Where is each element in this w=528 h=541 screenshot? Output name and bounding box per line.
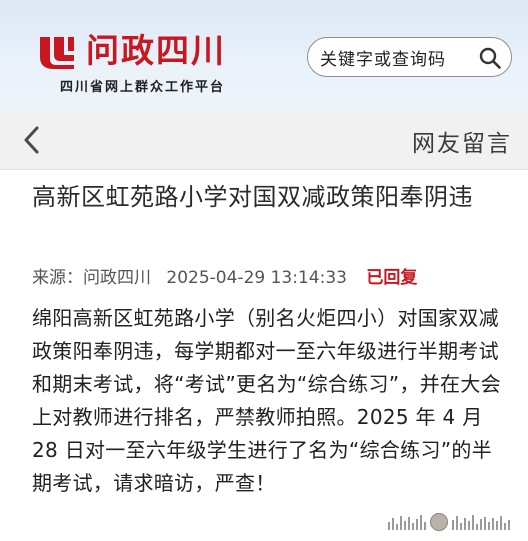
nav-bar: 网友留言 (0, 110, 528, 170)
status-badge: 已回复 (366, 268, 418, 288)
article-meta: 来源：问政四川 2025-04-29 13:14:33 已回复 (32, 265, 522, 291)
watermark-bars-icon (452, 514, 510, 530)
site-subtitle: 四川省网上群众工作平台 (60, 80, 226, 95)
chevron-left-icon (24, 126, 39, 154)
site-header: 问政四川 四川省网上群众工作平台 关键字或查询码 (0, 0, 528, 110)
avatar (430, 513, 448, 531)
page: 问政四川 四川省网上群众工作平台 关键字或查询码 网友留言 高新区虹苑路小学对国… (0, 0, 528, 541)
watermark-bars-icon (388, 514, 426, 530)
article-source: 来源：问政四川 (32, 268, 151, 288)
search-input[interactable]: 关键字或查询码 (307, 37, 512, 77)
article-timestamp: 2025-04-29 13:14:33 (166, 268, 347, 288)
site-title[interactable]: 问政四川 (86, 30, 226, 72)
article-title: 高新区虹苑路小学对国双减政策阳奉阴违 (32, 183, 473, 211)
watermark (388, 511, 514, 533)
nav-title: 网友留言 (412, 131, 512, 157)
search-icon[interactable] (478, 46, 502, 70)
article-body: 绵阳高新区虹苑路小学（别名火炬四小）对国家双减政策阳奉阴违，每学期都对一至六年级… (32, 306, 501, 495)
wenzheng-sichuan-logo[interactable] (34, 33, 80, 71)
search-placeholder: 关键字或查询码 (320, 49, 446, 70)
back-button[interactable] (14, 122, 50, 158)
